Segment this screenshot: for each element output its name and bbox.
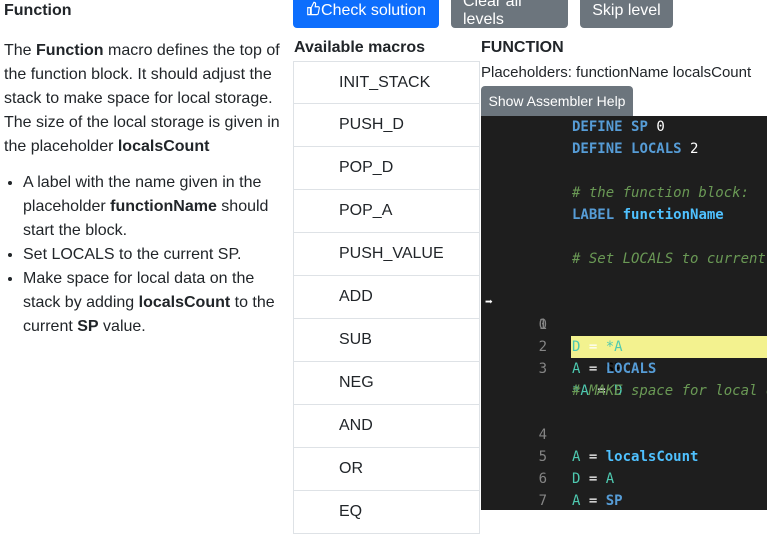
clear-all-levels-button[interactable]: Clear all levels bbox=[451, 0, 568, 28]
code-comment: # the function block: bbox=[572, 185, 750, 201]
placeholders-text: Placeholders: functionName localsCount bbox=[481, 64, 752, 81]
macro-item-eq[interactable]: EQ bbox=[293, 491, 480, 534]
macro-item-add[interactable]: ADD bbox=[293, 276, 480, 319]
macro-item-or[interactable]: OR bbox=[293, 448, 480, 491]
line-number: 3 bbox=[538, 361, 547, 377]
requirements-list: A label with the name given in the place… bbox=[4, 171, 284, 339]
macro-item-neg[interactable]: NEG bbox=[293, 362, 480, 405]
check-solution-button[interactable]: Check solution bbox=[293, 0, 439, 28]
skip-level-button[interactable]: Skip level bbox=[580, 0, 673, 28]
function-heading: FUNCTION bbox=[481, 39, 564, 56]
code-line: DEFINE LOCALS 2 bbox=[572, 141, 699, 157]
code-line: 2 A = LOCALS bbox=[481, 314, 767, 377]
code-line: DEFINE SP 0 bbox=[572, 119, 665, 135]
code-line-current: ➡ 0 A = SP bbox=[481, 270, 767, 377]
description-paragraph: The Function macro defines the top of th… bbox=[4, 42, 280, 155]
list-item: Set LOCALS to the current SP. bbox=[23, 243, 284, 267]
code-line: 5 D = A bbox=[481, 424, 767, 487]
macro-item-pop-a[interactable]: POP_A bbox=[293, 190, 480, 233]
level-description: The Function macro defines the top of th… bbox=[4, 39, 284, 339]
macro-item-sub[interactable]: SUB bbox=[293, 319, 480, 362]
page-title: Function bbox=[4, 2, 72, 19]
macro-item-init-stack[interactable]: INIT_STACK bbox=[293, 61, 480, 104]
macro-item-push-d[interactable]: PUSH_D bbox=[293, 104, 480, 147]
code-line: 6 A = SP bbox=[481, 446, 767, 509]
show-assembler-help-button[interactable]: Show Assembler Help bbox=[481, 86, 633, 116]
macro-item-push-value[interactable]: PUSH_VALUE bbox=[293, 233, 480, 276]
list-item: Make space for local data on the stack b… bbox=[23, 267, 284, 339]
macro-item-pop-d[interactable]: POP_D bbox=[293, 147, 480, 190]
code-line: 7 *A = D + *A bbox=[481, 468, 767, 509]
macro-item-and[interactable]: AND bbox=[293, 405, 480, 448]
macro-list: INIT_STACK PUSH_D POP_D POP_A PUSH_VALUE… bbox=[293, 61, 480, 534]
code-line: 1 D = *A bbox=[481, 292, 767, 355]
code-line: LABEL functionName bbox=[572, 207, 724, 223]
code-line: 4 A = localsCount bbox=[481, 402, 767, 465]
thumbs-up-icon bbox=[306, 1, 320, 21]
available-macros-heading: Available macros bbox=[294, 39, 426, 56]
list-item: A label with the name given in the place… bbox=[23, 171, 284, 243]
check-solution-label: Check solution bbox=[321, 2, 426, 19]
line-number: 7 bbox=[538, 493, 547, 509]
code-editor[interactable]: DEFINE SP 0 DEFINE LOCALS 2 # the functi… bbox=[481, 116, 767, 510]
code-line: 3 *A = D bbox=[481, 336, 767, 399]
code-comment: # Set LOCALS to current SP bbox=[572, 251, 766, 267]
code-comment: # MAKE space for local data bbox=[572, 383, 767, 399]
